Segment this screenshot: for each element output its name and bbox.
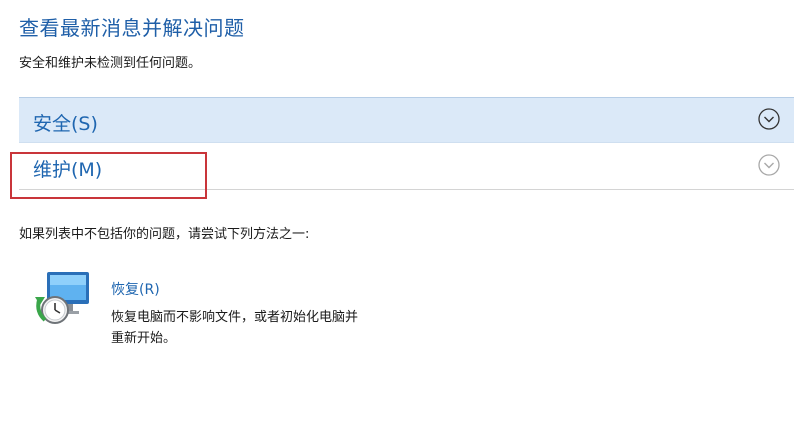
chevron-down-icon[interactable] <box>758 108 780 130</box>
section-security-label: 安全(S) <box>33 113 98 135</box>
recovery-link[interactable]: 恢复(R) <box>111 279 160 299</box>
hint-text: 如果列表中不包括你的问题，请尝试下列方法之一: <box>19 227 310 242</box>
security-maintenance-page: 查看最新消息并解决问题 安全和维护未检测到任何问题。 安全(S) 维护(M) 如… <box>0 0 806 422</box>
section-security[interactable]: 安全(S) <box>19 97 794 143</box>
chevron-down-icon[interactable] <box>758 154 780 176</box>
status-summary: 安全和维护未检测到任何问题。 <box>19 56 202 71</box>
section-maintenance[interactable]: 维护(M) <box>19 144 794 190</box>
page-title: 查看最新消息并解决问题 <box>19 16 245 40</box>
recovery-monitor-icon <box>35 272 89 324</box>
recovery-description: 恢复电脑而不影响文件，或者初始化电脑并重新开始。 <box>111 310 359 346</box>
section-maintenance-label: 维护(M) <box>33 159 103 181</box>
